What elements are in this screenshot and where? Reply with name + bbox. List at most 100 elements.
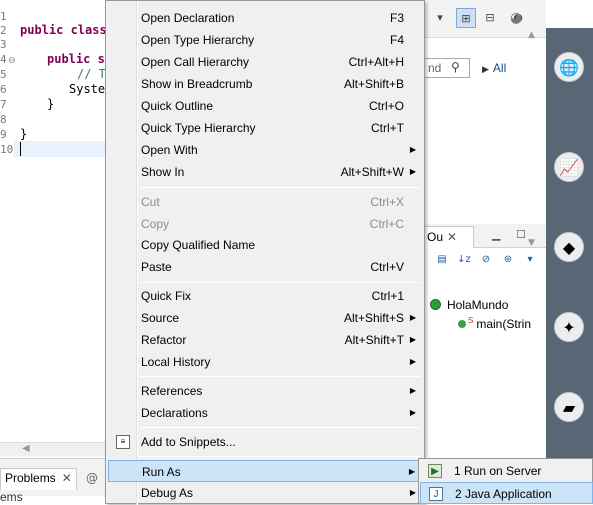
menu-item-shortcut: Alt+Shift+T	[344, 333, 404, 347]
menu-item-quick-type-hierarchy[interactable]: Quick Type Hierarchy Ctrl+T	[108, 117, 422, 139]
menu-item-label: Copy	[141, 217, 170, 231]
submenu-item-run-on-server[interactable]: ▶ 1 Run on Server	[420, 460, 593, 482]
code-editor[interactable]: 1 2 3 4 5 6 7 8 9 10 ⊖ public class publ…	[0, 0, 113, 442]
globe-icon[interactable]: 🌐	[554, 52, 584, 82]
menu-item-copy[interactable]: Copy Ctrl+C	[108, 213, 422, 235]
menu-item-references[interactable]: References ▶	[108, 380, 422, 402]
code-line-9: }	[20, 127, 28, 141]
cubes-icon[interactable]: ◆	[554, 232, 584, 262]
sort-icon[interactable]: ↓z	[456, 254, 472, 270]
menu-item-open-declaration[interactable]: Open Declaration F3	[108, 7, 422, 29]
menu-item-quick-fix[interactable]: Quick Fix Ctrl+1	[108, 285, 422, 307]
menu-item-paste[interactable]: Paste Ctrl+V	[108, 256, 422, 278]
outline-method-label: main(Strin	[476, 317, 532, 331]
outline-class-node[interactable]: HolaMundo	[430, 298, 508, 312]
code-line-2: public class	[20, 23, 107, 37]
all-filter-link[interactable]: ▶ All	[482, 61, 506, 75]
menu-item-label: Add to Snippets...	[141, 435, 236, 449]
fold-toggle-icon[interactable]: ⊖	[8, 56, 16, 66]
outline-method-node[interactable]: Smain(Strin	[458, 316, 531, 331]
perspective-icon[interactable]: ◕	[510, 10, 522, 26]
close-icon[interactable]: ✕	[447, 230, 457, 244]
submenu-item-label: 2 Java Application	[455, 487, 552, 501]
menu-item-label: Open Type Hierarchy	[141, 33, 255, 47]
menu-item-shortcut: Ctrl+X	[370, 195, 404, 209]
line-number: 8	[0, 113, 7, 126]
maximize-icon[interactable]: ☐	[516, 228, 526, 241]
menu-item-add-to-snippets[interactable]: ≡ Add to Snippets...	[108, 431, 422, 453]
menu-item-shortcut: Ctrl+V	[370, 260, 404, 274]
public-method-icon	[458, 320, 466, 328]
menu-item-shortcut: F3	[389, 11, 404, 25]
tab-outline[interactable]: Ou ✕	[424, 226, 474, 248]
submenu-arrow-icon: ▶	[409, 145, 416, 154]
menu-item-declarations[interactable]: Declarations ▶	[108, 402, 422, 424]
menu-item-debug-as[interactable]: Debug As ▶	[108, 482, 422, 504]
hide-static-icon[interactable]: ⊛	[500, 254, 516, 270]
submenu-arrow-icon: ▶	[408, 467, 415, 476]
java-application-icon: J	[429, 487, 443, 501]
minimize-icon[interactable]: ▁	[492, 228, 500, 241]
menu-item-run-as[interactable]: Run As ▶	[108, 460, 422, 482]
menu-item-label: Source	[141, 311, 180, 325]
outline-toolbar: ▤ ↓z ⊘ ⊛ ▾	[434, 254, 544, 274]
menu-item-shortcut: Ctrl+O	[368, 99, 404, 113]
menu-item-copy-qualified-name[interactable]: Copy Qualified Name	[108, 234, 422, 256]
menu-item-open-with[interactable]: Open With ▶	[108, 139, 422, 161]
menu-item-local-history[interactable]: Local History ▶	[108, 351, 422, 373]
submenu-item-java-application[interactable]: J 2 Java Application	[420, 482, 593, 504]
menu-separator	[139, 456, 421, 457]
java-perspective-icon[interactable]: ⊞	[456, 8, 476, 28]
menu-item-quick-outline[interactable]: Quick Outline Ctrl+O	[108, 95, 422, 117]
line-number: 3	[0, 38, 7, 51]
outline-vertical-scrollbar[interactable]: ▲ ▼	[528, 30, 540, 250]
menu-item-show-in[interactable]: Show In Alt+Shift+W ▶	[108, 161, 422, 183]
collapse-all-icon[interactable]: ▤	[434, 254, 450, 270]
menu-item-shortcut: Ctrl+1	[371, 289, 404, 303]
outline-class-label: HolaMundo	[447, 298, 509, 312]
dropdown-arrow-icon[interactable]: ▾	[430, 8, 450, 28]
submenu-arrow-icon: ▶	[409, 408, 416, 417]
hide-fields-icon[interactable]: ⊘	[478, 254, 494, 270]
menu-item-shortcut: Alt+Shift+B	[343, 77, 404, 91]
submenu-arrow-icon: ▶	[409, 488, 416, 497]
search-input[interactable]: nd	[424, 58, 470, 78]
submenu-item-label: 1 Run on Server	[454, 464, 542, 478]
submenu-arrow-icon: ▶	[409, 313, 416, 322]
editor-horizontal-scrollbar[interactable]: ◀	[0, 442, 108, 456]
menu-item-shortcut: Alt+Shift+S	[343, 311, 404, 325]
menu-item-label: Cut	[141, 195, 160, 209]
triangle-right-icon: ▶	[482, 64, 489, 74]
chart-icon[interactable]: 📈	[554, 152, 584, 182]
scroll-left-icon[interactable]: ◀	[22, 443, 30, 454]
menu-item-label: Quick Fix	[141, 289, 192, 303]
problems-tab-label: Problems	[5, 471, 56, 485]
code-line-7: }	[47, 97, 55, 111]
star-icon[interactable]: ✦	[554, 312, 584, 342]
menu-item-refactor[interactable]: Refactor Alt+Shift+T ▶	[108, 329, 422, 351]
submenu-arrow-icon: ▶	[409, 167, 416, 176]
menu-item-open-type-hierarchy[interactable]: Open Type Hierarchy F4	[108, 29, 422, 51]
scroll-up-icon[interactable]: ▲	[528, 30, 535, 40]
menu-item-cut[interactable]: Cut Ctrl+X	[108, 191, 422, 213]
eraser-icon[interactable]: ▰	[554, 392, 584, 422]
line-number: 6	[0, 83, 7, 96]
menu-item-label: References	[141, 384, 203, 398]
all-label: All	[492, 61, 507, 75]
close-icon[interactable]: ✕	[62, 471, 72, 485]
scroll-down-icon[interactable]: ▼	[528, 238, 535, 248]
search-icon[interactable]: ⚲	[451, 60, 460, 74]
side-launcher-strip: 🌐 📈 ◆ ✦ ▰	[546, 28, 593, 504]
view-menu-icon[interactable]: ▾	[522, 254, 538, 270]
menu-item-show-in-breadcrumb[interactable]: Show in Breadcrumb Alt+Shift+B	[108, 73, 422, 95]
submenu-arrow-icon: ▶	[409, 386, 416, 395]
menu-item-open-call-hierarchy[interactable]: Open Call Hierarchy Ctrl+Alt+H	[108, 51, 422, 73]
run-as-submenu: ▶ 1 Run on Server J 2 Java Application	[418, 458, 593, 504]
menu-item-label: Paste	[141, 260, 172, 274]
menu-item-source[interactable]: Source Alt+Shift+S ▶	[108, 307, 422, 329]
hierarchy-perspective-icon[interactable]: ⊟	[480, 8, 500, 28]
tab-problems[interactable]: Problems ✕	[0, 468, 77, 490]
menu-item-label: Copy Qualified Name	[141, 238, 256, 252]
run-on-server-icon: ▶	[428, 464, 442, 478]
javadoc-tab-icon[interactable]: @	[86, 471, 98, 485]
